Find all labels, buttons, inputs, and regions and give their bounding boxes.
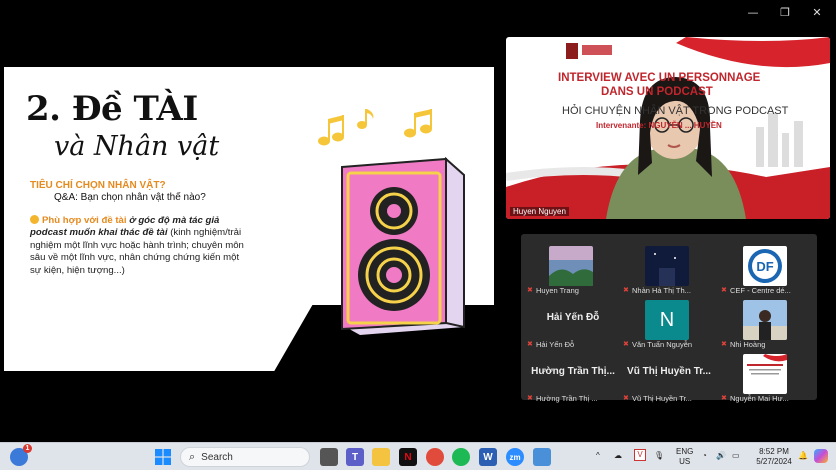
zoom-meeting-window: — ❐ ✕ 2. Đề TÀI và Nhân vật TIÊU CHÍ CHỌ… (0, 0, 836, 442)
body-highlight: Phù hợp với đề tài (42, 215, 127, 226)
speaker-illustration (341, 157, 465, 335)
antivirus-icon[interactable]: V (634, 449, 646, 461)
participant-thumbnail (645, 246, 689, 286)
volume-icon[interactable]: 🔊 (716, 451, 726, 461)
word-icon[interactable]: W (479, 448, 497, 466)
video-slide-title2: DANS UN PODCAST (601, 86, 713, 98)
participant-tile[interactable]: ✖ Nhi Hoàng (719, 294, 815, 349)
slide-body: Phù hợp với đề tài ở góc độ mà tác giả p… (30, 215, 248, 277)
window-controls: — ❐ ✕ (738, 4, 832, 20)
thinking-emoji-icon (30, 215, 39, 224)
participant-thumbnail (743, 354, 787, 394)
participant-tile[interactable]: Hải Yến Đỗ ✖ Hải Yến Đỗ (525, 294, 621, 349)
start-windows-icon[interactable] (154, 448, 172, 466)
participant-gallery: ✖ Huyen Trang ✖ Nhàn Hà Thị Th... DF ✖ CEF … (521, 234, 817, 403)
search-icon: ⌕ (189, 450, 196, 463)
slide-title: 2. Đề TÀI (26, 89, 198, 129)
participant-thumbnail: DF (743, 246, 787, 286)
clock[interactable]: 8:52 PM 5/27/2024 (754, 447, 794, 467)
participant-initial-name: Hường Trần Thị... (531, 366, 615, 377)
wifi-icon[interactable]: ◔ (702, 451, 707, 461)
participant-initial-name: Vũ Thị Huyền Tr... (627, 366, 711, 377)
spotify-icon[interactable] (452, 448, 470, 466)
participant-initial-name: Hải Yến Đỗ (546, 312, 600, 323)
onedrive-icon[interactable]: ☁ (614, 451, 622, 461)
microphone-icon[interactable]: 🎙 (654, 451, 664, 461)
mic-muted-icon: ✖ (527, 287, 533, 294)
mic-muted-icon: ✖ (721, 395, 727, 402)
participant-tile[interactable]: ✖ Huyen Trang (525, 240, 621, 295)
battery-icon[interactable]: ▭ (732, 451, 740, 461)
participant-tile[interactable]: N ✖ Văn Tuấn Nguyễn (621, 294, 717, 349)
taskbar-search[interactable]: ⌕ Search (180, 447, 310, 467)
participant-thumbnail (549, 246, 593, 286)
task-view-icon[interactable] (320, 448, 338, 466)
participant-avatar: N (645, 300, 689, 340)
close-button[interactable]: ✕ (802, 4, 832, 20)
participant-thumbnail (743, 300, 787, 340)
criteria-heading: TIÊU CHÍ CHỌN NHÂN VẬT? (30, 180, 166, 191)
file-explorer-icon[interactable] (372, 448, 390, 466)
slide-subtitle: và Nhân vật (54, 131, 220, 162)
mic-muted-icon: ✖ (623, 395, 629, 402)
mic-muted-icon: ✖ (527, 395, 533, 402)
video-slide-title: INTERVIEW AVEC UN PERSONNAGE (558, 72, 761, 84)
participant-tile[interactable]: DF ✖ CEF - Centre dé... (719, 240, 815, 295)
snipping-tool-icon[interactable] (533, 448, 551, 466)
shared-screen-slide: 2. Đề TÀI và Nhân vật TIÊU CHÍ CHỌN NHÂN… (4, 67, 494, 371)
participant-label: ✖ Vũ Thị Huyền Tr... (623, 394, 692, 403)
notifications-icon[interactable]: 1 (10, 444, 32, 466)
language-indicator[interactable]: ENG US (676, 447, 693, 467)
tray-chevron-icon[interactable]: ^ (596, 451, 600, 461)
active-speaker-video[interactable]: INTERVIEW AVEC UN PERSONNAGE DANS UN POD… (506, 37, 830, 219)
participant-tile[interactable]: Vũ Thị Huyền Tr... ✖ Vũ Thị Huyền Tr... (621, 348, 717, 403)
chrome-icon[interactable] (426, 448, 444, 466)
svg-text:DF: DF (756, 259, 773, 274)
bell-icon[interactable]: 🔔 (798, 451, 808, 461)
copilot-icon[interactable] (814, 449, 828, 463)
speaker-name: Huyen Nguyen (510, 207, 569, 216)
restore-button[interactable]: ❐ (770, 4, 800, 20)
qa-question: Q&A: Bạn chọn nhân vật thế nào? (54, 192, 206, 203)
netflix-icon[interactable]: N (399, 448, 417, 466)
zoom-icon[interactable]: zm (506, 448, 524, 466)
mic-muted-icon: ✖ (527, 341, 533, 348)
music-notes-icon (318, 109, 432, 146)
participant-label: ✖ Hường Trần Thị ... (527, 394, 598, 403)
participant-tile[interactable]: ✖ Nguyễn Mai Hư... (719, 348, 815, 403)
video-slide-subtitle: HỎI CHUYỆN NHÂN VẬT TRONG PODCAST (562, 105, 789, 117)
participant-tile[interactable]: ✖ Nhàn Hà Thị Th... (621, 240, 717, 295)
participant-label: ✖ Nguyễn Mai Hư... (721, 394, 789, 403)
participant-tile[interactable]: Hường Trần Thị... ✖ Hường Trần Thị ... (525, 348, 621, 403)
video-slide-intervenant: Intervenante: NGUYỄN ... HUYỀN (596, 121, 722, 130)
search-placeholder: Search (201, 451, 233, 463)
mic-muted-icon: ✖ (721, 287, 727, 294)
mic-muted-icon: ✖ (721, 341, 727, 348)
mic-muted-icon: ✖ (623, 287, 629, 294)
minimize-button[interactable]: — (738, 4, 768, 20)
presenter-figure (606, 77, 746, 219)
mic-muted-icon: ✖ (623, 341, 629, 348)
teams-icon[interactable]: T (346, 448, 364, 466)
windows-taskbar: 1 ⌕ Search T N W zm ^ ☁ V 🎙 ENG US ◔ 🔊 ▭ … (0, 442, 836, 470)
